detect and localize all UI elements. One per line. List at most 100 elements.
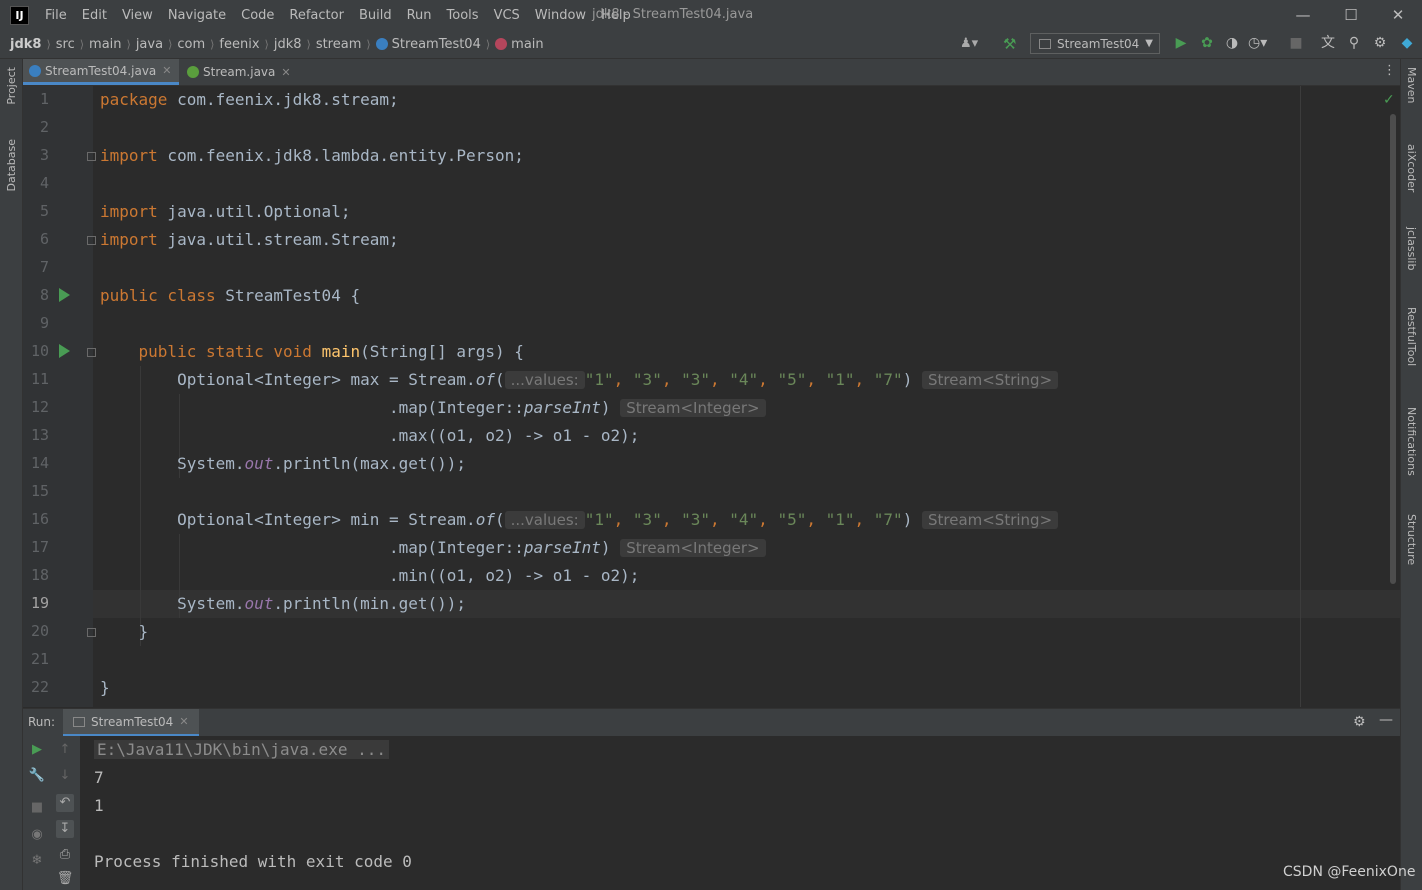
maximize-icon[interactable]: ☐: [1328, 0, 1374, 30]
tab-streamtest04[interactable]: StreamTest04.java ✕: [23, 59, 179, 85]
fold-marker-icon[interactable]: [87, 628, 96, 637]
user-icon[interactable]: ♟▾: [960, 36, 978, 51]
aixcoder-tool-tab[interactable]: aiXcoder: [1405, 144, 1418, 192]
console-command-line: E:\Java11\JDK\bin\java.exe ...: [94, 736, 389, 764]
run-panel-label: Run:: [28, 715, 56, 729]
run-icon[interactable]: ▶: [1172, 34, 1190, 52]
breadcrumb-stream[interactable]: stream: [316, 37, 362, 52]
menu-code[interactable]: Code: [232, 8, 280, 23]
breadcrumb-class[interactable]: StreamTest04: [375, 37, 481, 52]
run-class-icon[interactable]: [59, 288, 70, 302]
soft-wrap-icon[interactable]: ↶: [56, 794, 74, 812]
line-number: 13: [30, 426, 49, 444]
maven-tool-tab[interactable]: Maven: [1405, 67, 1418, 103]
line-number: 12: [30, 398, 49, 416]
close-tab-icon[interactable]: ✕: [179, 715, 188, 728]
type-hint: Stream<String>: [921, 511, 1059, 529]
editor-scrollbar[interactable]: [1390, 114, 1396, 584]
menu-window[interactable]: Window: [526, 8, 592, 23]
run-panel-header: Run: StreamTest04 ✕ ⚙ —: [23, 708, 1400, 737]
gear-icon[interactable]: ⚙: [1371, 34, 1389, 52]
breadcrumb-main[interactable]: main: [89, 37, 121, 52]
class-icon: [375, 38, 388, 50]
no-problems-check-icon[interactable]: ✓: [1383, 92, 1395, 108]
menu-file[interactable]: File: [36, 8, 73, 23]
tab-stream[interactable]: Stream.java ✕: [181, 59, 311, 85]
translate-icon[interactable]: 文: [1319, 34, 1337, 52]
wrench-icon[interactable]: 🔧: [28, 767, 46, 785]
search-icon[interactable]: ⚲: [1345, 34, 1363, 52]
run-tab-streamtest04[interactable]: StreamTest04 ✕: [63, 709, 199, 737]
fold-marker-icon[interactable]: [87, 152, 96, 161]
code-editor[interactable]: 1 2 3 4 5 6 7 8 9 10 11 12 13 14 15 16 1…: [23, 86, 1400, 707]
line-number: 5: [39, 202, 49, 220]
run-main-icon[interactable]: [59, 344, 70, 358]
hide-panel-icon[interactable]: —: [1379, 712, 1393, 728]
coverage-icon[interactable]: ◑: [1223, 34, 1241, 52]
menu-refactor[interactable]: Refactor: [280, 8, 350, 23]
breadcrumb-jdk8-pkg[interactable]: jdk8: [274, 37, 302, 52]
close-icon[interactable]: ✕: [1375, 0, 1421, 30]
menu-navigate[interactable]: Navigate: [159, 8, 232, 23]
plugin-icon[interactable]: ◆: [1398, 34, 1416, 52]
structure-tool-tab[interactable]: Structure: [1405, 514, 1418, 565]
code-line-18: .min((o1, o2) -> o1 - o2);: [388, 566, 640, 585]
menu-view[interactable]: View: [113, 8, 159, 23]
type-hint: Stream<Integer>: [620, 399, 766, 417]
menu-vcs[interactable]: VCS: [485, 8, 526, 23]
menu-tools[interactable]: Tools: [438, 8, 485, 23]
camera-icon[interactable]: ◉: [28, 826, 46, 844]
menu-run[interactable]: Run: [398, 8, 438, 23]
run-panel: ▶ 🔧 ■ ◉ ❄ ↑ ↓ ↶ ↧ ⎙ 🗑 E:\Java11\JDK\bin\…: [23, 736, 1400, 890]
code-line-19: System.out.println(min.get());: [177, 594, 467, 613]
restfultool-tool-tab[interactable]: RestfulTool: [1405, 307, 1418, 366]
print-icon[interactable]: ⎙: [56, 846, 74, 864]
line-number: 16: [30, 510, 49, 528]
run-configuration-select[interactable]: StreamTest04 ▼: [1030, 33, 1160, 54]
fold-marker-icon[interactable]: [87, 348, 96, 357]
breadcrumb-jdk8[interactable]: jdk8: [10, 37, 41, 52]
jclasslib-tool-tab[interactable]: jclasslib: [1405, 227, 1418, 270]
breadcrumb-method[interactable]: main: [495, 37, 544, 52]
menu-edit[interactable]: Edit: [73, 8, 113, 23]
restore-layout-icon[interactable]: ❄: [28, 852, 46, 870]
breadcrumb-feenix[interactable]: feenix: [219, 37, 259, 52]
method-icon: [495, 38, 508, 50]
fold-marker-icon[interactable]: [87, 236, 96, 245]
trash-icon[interactable]: 🗑: [56, 870, 74, 888]
breadcrumb-src[interactable]: src: [56, 37, 75, 52]
class-icon: [29, 64, 41, 77]
menu-build[interactable]: Build: [350, 8, 398, 23]
up-arrow-icon[interactable]: ↑: [56, 741, 74, 759]
close-tab-icon[interactable]: ✕: [162, 64, 171, 77]
more-tabs-icon[interactable]: ⋮: [1383, 63, 1396, 78]
breadcrumb: jdk8 ⟩ src ⟩ main ⟩ java ⟩ com ⟩ feenix ⟩ jdk8…: [10, 36, 544, 52]
stop-icon[interactable]: ■: [28, 799, 46, 817]
notifications-tool-tab[interactable]: Notifications: [1405, 407, 1418, 476]
parameter-hint: ...values:: [504, 511, 585, 529]
debug-icon[interactable]: ✿: [1198, 34, 1216, 52]
line-number: 17: [30, 538, 49, 556]
close-tab-icon[interactable]: ✕: [281, 66, 290, 79]
breadcrumb-com[interactable]: com: [177, 37, 205, 52]
line-number: 11: [30, 370, 49, 388]
database-tool-tab[interactable]: Database: [5, 139, 18, 192]
build-hammer-icon[interactable]: ⚒: [1003, 35, 1016, 53]
minimize-icon[interactable]: —: [1280, 0, 1326, 30]
window-title: jdk8 - StreamTest04.java: [592, 7, 754, 22]
menu-bar: IJ File Edit View Navigate Code Refactor…: [0, 0, 1422, 30]
down-arrow-icon[interactable]: ↓: [56, 767, 74, 785]
chevron-down-icon: ▼: [1145, 38, 1153, 49]
project-tool-tab[interactable]: Project: [5, 67, 18, 105]
stop-icon[interactable]: ■: [1287, 34, 1305, 52]
editor-tab-bar: StreamTest04.java ✕ Stream.java ✕ ⋮: [23, 59, 1400, 86]
watermark: CSDN @FeenixOne: [1283, 864, 1416, 880]
gear-icon[interactable]: ⚙: [1353, 714, 1366, 730]
line-number: 2: [39, 118, 49, 136]
type-hint: Stream<String>: [921, 371, 1059, 389]
breadcrumb-java[interactable]: java: [136, 37, 163, 52]
scroll-to-end-icon[interactable]: ↧: [56, 820, 74, 838]
code-line-12: .map(Integer::parseInt) Stream<Integer>: [100, 394, 766, 422]
profile-icon[interactable]: ◷▾: [1248, 34, 1267, 52]
rerun-icon[interactable]: ▶: [28, 741, 46, 759]
